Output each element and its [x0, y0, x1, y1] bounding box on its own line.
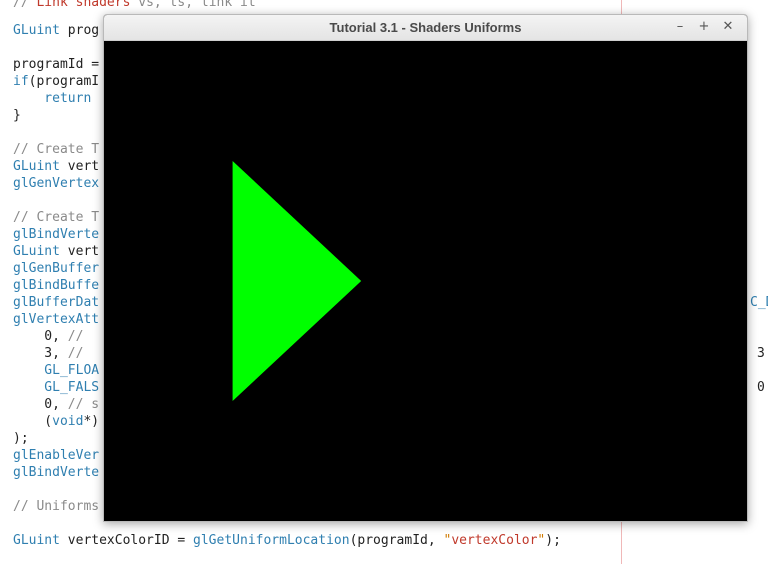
code-token: glGenVertex [13, 176, 100, 191]
code-token: // [13, 0, 37, 10]
code-token: // [67, 346, 84, 361]
code-token: // Uniforms [13, 499, 100, 514]
code-line: GLuint vert [13, 243, 99, 260]
code-token: glGetUniformLocation [193, 533, 350, 548]
code-token: GL_FLOA [13, 363, 100, 378]
code-line: GL_FALS [13, 379, 99, 396]
code-token: // s [67, 397, 100, 412]
code-line: glBufferDat [13, 294, 99, 311]
code-token: glVertexAtt [13, 312, 100, 327]
code-token: glGenBuffer [13, 261, 100, 276]
code-line: glBindBuffe [13, 277, 99, 294]
gl-render-canvas [104, 41, 747, 521]
code-token: GLuint [13, 159, 60, 174]
code-token: *) [83, 414, 100, 429]
maximize-button[interactable]: + [695, 18, 713, 36]
close-button[interactable]: ✕ [719, 18, 737, 36]
code-token: // [67, 329, 84, 344]
code-token: return [13, 91, 92, 106]
code-token: if [13, 74, 29, 89]
code-line: (void*) [13, 413, 99, 430]
code-token: GLuint [13, 244, 60, 259]
code-token: glBindBuffe [13, 278, 100, 293]
code-line: 3, // [13, 345, 83, 362]
code-token: glBindVerte [13, 227, 100, 242]
code-token: prog [59, 23, 100, 38]
code-token: GL_FALS [13, 380, 100, 395]
code-token: ( [13, 414, 53, 429]
code-line: // Link shaders vs, ts, link it [13, 0, 256, 11]
code-token: Link [36, 0, 68, 10]
code-token: void [52, 414, 84, 429]
code-token: GLuint [13, 533, 60, 548]
code-line: glGenBuffer [13, 260, 99, 277]
code-fragment: 0 [757, 380, 765, 395]
code-line: // Create T [13, 209, 99, 226]
code-token: vs, ts, link it [130, 0, 256, 10]
code-token: vertexColorID = [59, 533, 194, 548]
code-token: 0, [13, 397, 68, 412]
code-token: // Create T [13, 142, 100, 157]
code-token: ); [545, 533, 561, 548]
code-line: return [13, 90, 91, 107]
code-line: glEnableVer [13, 447, 99, 464]
code-fragment: 3 [757, 346, 765, 361]
code-token: } [13, 108, 21, 123]
code-fragment: C_D [750, 295, 768, 310]
code-token: vertexColor [451, 533, 538, 548]
code-line: 0, // s [13, 396, 99, 413]
code-line: if(programI [13, 73, 99, 90]
code-token: glEnableVer [13, 448, 100, 463]
minimize-button[interactable]: – [671, 18, 689, 36]
code-token: ); [13, 431, 29, 446]
code-token: 3, [13, 346, 68, 361]
code-line: // Create T [13, 141, 99, 158]
canvas-background [104, 41, 747, 521]
code-token: programId = [13, 57, 100, 72]
window-title: Tutorial 3.1 - Shaders Uniforms [329, 20, 522, 35]
code-line: // Uniforms [13, 498, 99, 515]
code-line: ); [13, 430, 29, 447]
code-token: vert [59, 244, 100, 259]
code-token: glBufferDat [13, 295, 100, 310]
code-token: 0, [13, 329, 68, 344]
code-line: programId = [13, 56, 99, 73]
code-line: GLuint prog [13, 22, 99, 39]
code-line: glVertexAtt [13, 311, 99, 328]
code-line: glBindVerte [13, 464, 99, 481]
code-line: glBindVerte [13, 226, 99, 243]
code-token: (programI [28, 74, 100, 89]
code-line: 0, // [13, 328, 83, 345]
window-titlebar[interactable]: Tutorial 3.1 - Shaders Uniforms – + ✕ [104, 15, 747, 41]
code-token: vert [59, 159, 100, 174]
code-token: // Create T [13, 210, 100, 225]
code-line: GLuint vert [13, 158, 99, 175]
code-line: glGenVertex [13, 175, 99, 192]
code-token: glBindVerte [13, 465, 100, 480]
code-token: shaders [75, 0, 131, 10]
code-line: } [13, 107, 21, 124]
code-line: GLuint vertexColorID = glGetUniformLocat… [13, 532, 561, 549]
code-line: GL_FLOA [13, 362, 99, 379]
code-token: GLuint [13, 23, 60, 38]
code-token: (programId, [349, 533, 444, 548]
gl-window[interactable]: Tutorial 3.1 - Shaders Uniforms – + ✕ [103, 14, 748, 522]
